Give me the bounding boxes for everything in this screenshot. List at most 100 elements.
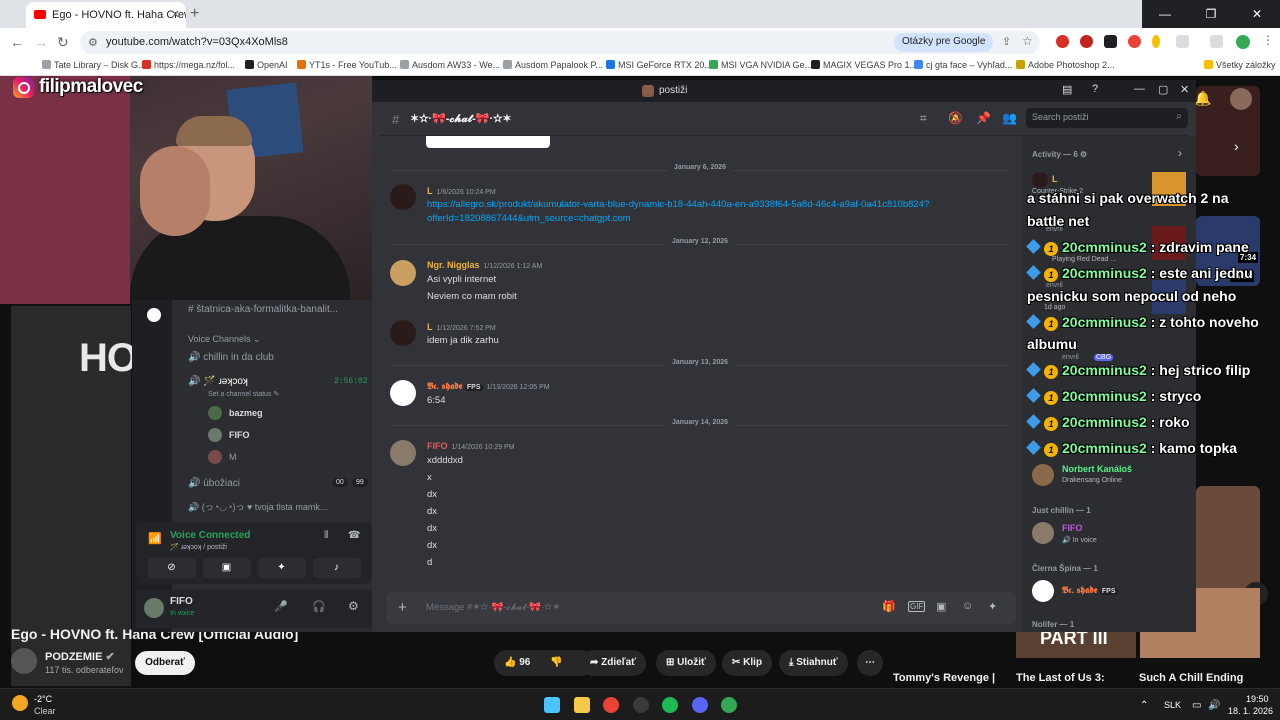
activities-icon[interactable]: ✦ [257, 558, 306, 578]
temperature[interactable]: -2°C [34, 694, 52, 704]
active-tab[interactable]: Ego - HOVNO ft. Haha Crew [O ✕ [26, 2, 186, 28]
bookmark-item[interactable]: MSI GeForce RTX 20... [606, 60, 712, 70]
extension-icon[interactable] [1128, 35, 1141, 48]
inbox-icon[interactable]: ▤ [1062, 83, 1072, 96]
volume-icon[interactable]: 🔊 [1208, 700, 1220, 711]
profile-avatar[interactable] [1236, 35, 1250, 49]
member-name[interactable]: 𝕭𝖈. 𝖘𝖍𝖆𝖉𝖊 FPS [1062, 585, 1118, 596]
bookmark-item[interactable]: Adobe Photoshop 2... [1016, 60, 1115, 70]
menu-icon[interactable]: ⋮ [1262, 33, 1274, 47]
soundboard-icon[interactable]: ♪ [312, 558, 361, 578]
extension-icon[interactable] [1056, 35, 1069, 48]
share-button[interactable]: ➦ Zdieľať [580, 650, 646, 676]
add-attachment-icon[interactable]: + [398, 599, 407, 616]
voice-channel-ubo[interactable]: 🔊 úbožiaci [188, 478, 240, 489]
site-info-icon[interactable]: ⚙ [88, 36, 98, 49]
bookmark-item[interactable]: https://mega.nz/fol... [142, 60, 235, 70]
threads-icon[interactable]: ⌗ [920, 111, 927, 126]
avatar[interactable] [1032, 522, 1054, 544]
extension-icon[interactable] [1152, 35, 1160, 48]
voice-location[interactable]: 🪄 ɹǝʞɔoʞ / postiži [170, 543, 227, 551]
weather-icon[interactable] [12, 695, 28, 711]
disconnect-icon[interactable]: ☎ [348, 530, 360, 541]
message-author[interactable]: Ngr. Nigglas 1/12/2026 1:12 AM [427, 260, 542, 270]
chevron-right-icon[interactable]: › [1178, 146, 1182, 160]
emoji-icon[interactable]: ☺ [962, 600, 973, 612]
weather-condition[interactable]: Clear [34, 706, 56, 716]
avatar[interactable] [1032, 580, 1054, 602]
notifications-off-icon[interactable]: 🔕 [948, 111, 963, 125]
discord-home-icon[interactable] [147, 308, 161, 322]
spotify-icon[interactable] [662, 697, 678, 713]
back-icon[interactable]: ← [10, 34, 24, 50]
chevron-right-icon[interactable]: › [1234, 138, 1246, 154]
bookmark-item[interactable]: MAGIX VEGAS Pro 1... [811, 60, 917, 70]
more-actions-button[interactable]: ⋯ [857, 650, 883, 676]
text-channel[interactable]: # štatnica-aka-formalitka-banalit... [188, 304, 338, 315]
screen-share-icon[interactable]: ▣ [202, 558, 251, 578]
headphones-icon[interactable]: 🎧 [312, 600, 326, 613]
extension-icon[interactable] [1080, 35, 1093, 48]
rec-title[interactable]: Tommy's Revenge | [893, 672, 995, 684]
network-icon[interactable]: ▭ [1192, 700, 1201, 711]
tray-chevron-icon[interactable]: ⌃ [1140, 700, 1148, 711]
member-name[interactable]: L [1052, 174, 1058, 184]
forward-icon[interactable]: → [34, 34, 48, 50]
voice-status[interactable]: Voice Connected [170, 530, 250, 541]
reading-list-icon[interactable] [1210, 35, 1223, 48]
reload-icon[interactable]: ↻ [57, 34, 69, 51]
search-input[interactable]: Search postiži ⌕ [1026, 108, 1188, 128]
avatar[interactable] [390, 380, 416, 406]
voice-user[interactable]: bazmeg [229, 408, 263, 418]
member-name[interactable]: envril [1062, 354, 1079, 361]
gift-icon[interactable]: 🎁 [882, 600, 896, 613]
yt-avatar[interactable] [1230, 88, 1252, 110]
gif-icon[interactable]: GIF [908, 601, 926, 612]
chrome-icon[interactable] [603, 697, 619, 713]
avatar[interactable] [1032, 464, 1054, 486]
apps-icon[interactable]: ✦ [988, 600, 997, 613]
channel-avatar[interactable] [11, 648, 37, 674]
member-name[interactable]: Norbert Kanáloš [1062, 464, 1132, 474]
settings-gear-icon[interactable]: ⚙ [348, 599, 359, 613]
address-bar[interactable]: ⚙ youtube.com/watch?v=03Qx4XoMls8 Otázky… [80, 31, 1040, 54]
microphone-icon[interactable]: 🎤 [274, 600, 288, 613]
avatar[interactable] [1032, 172, 1048, 188]
extension-icon[interactable] [1104, 35, 1117, 48]
bookmark-item[interactable]: cj gta face – Vyhľad... [914, 60, 1012, 70]
notifications-icon[interactable]: 🔔 [1194, 90, 1211, 107]
close-window-icon[interactable]: ✕ [1234, 0, 1280, 28]
voice-channel-tvoja[interactable]: 🔊 (っ◔◡◔)っ ♥ tvoja tlsta mamk... [188, 500, 327, 513]
avatar[interactable] [390, 440, 416, 466]
discord-icon[interactable] [692, 697, 708, 713]
message-author[interactable]: 𝕭𝖈. 𝖘𝖍𝖆𝖉𝖊 FPS 1/13/2026 12:05 PM [427, 381, 550, 392]
clock-time[interactable]: 19:50 [1246, 694, 1269, 704]
voice-channels-header[interactable]: Voice Channels ⌄ [188, 334, 261, 345]
embed-image[interactable] [426, 136, 550, 148]
message-author[interactable]: FIFO 1/14/2026 10:29 PM [427, 441, 515, 451]
noise-suppression-icon[interactable]: ⦀ [324, 530, 328, 541]
bookmark-item[interactable]: OpenAI [245, 60, 288, 70]
obs-icon[interactable] [633, 697, 649, 713]
voice-channel-chillin[interactable]: 🔊 chillin in da club [188, 352, 274, 363]
extensions-puzzle-icon[interactable] [1176, 35, 1189, 48]
channel-name[interactable]: PODZEMIE ✔ [45, 650, 115, 663]
all-bookmarks[interactable]: Všetky záložky [1204, 60, 1276, 70]
message-link[interactable]: https://allegro.sk/produkt/akumulator-va… [427, 198, 997, 226]
avatar[interactable] [390, 260, 416, 286]
rec-title[interactable]: Such A Chill Ending [1139, 672, 1243, 684]
clock-date[interactable]: 18. 1. 2026 [1228, 706, 1273, 716]
new-tab-icon[interactable]: + [190, 5, 199, 23]
rec-title[interactable]: The Last of Us 3: [1016, 672, 1105, 684]
member-list-icon[interactable]: 👥 [1002, 111, 1017, 125]
bookmark-item[interactable]: Tate Library – Disk G... [42, 60, 146, 70]
avatar[interactable] [390, 320, 416, 346]
subscribe-button[interactable]: Odberať [135, 651, 195, 675]
restore-icon[interactable]: ❐ [1188, 0, 1234, 28]
message-author[interactable]: L 1/6/2026 10:24 PM [427, 186, 496, 196]
save-button[interactable]: ⊞ Uložiť [656, 650, 716, 676]
language-indicator[interactable]: SLK [1164, 700, 1181, 710]
bookmark-item[interactable]: Ausdom Papalook P... [503, 60, 603, 70]
google-lens-button[interactable]: Otázky pre Google [894, 33, 994, 52]
voice-user[interactable]: FIFO [229, 430, 250, 440]
